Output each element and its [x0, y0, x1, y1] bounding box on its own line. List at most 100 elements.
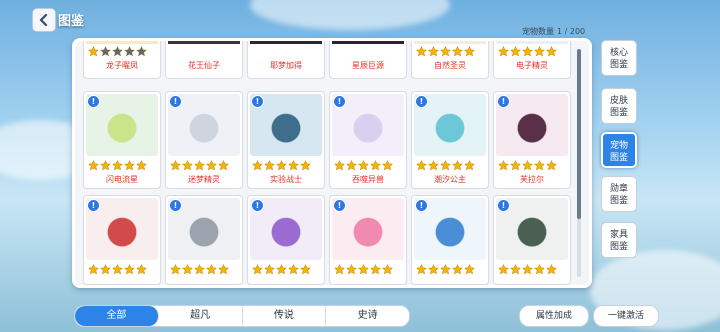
star-icon	[182, 264, 193, 275]
star-icon	[206, 160, 217, 171]
tab-furniture-collection[interactable]: 家具 图鉴	[601, 222, 637, 258]
pet-portrait	[414, 41, 486, 44]
star-icon	[358, 264, 369, 275]
pet-card[interactable]: 花王仙子	[165, 41, 243, 79]
star-rating	[334, 264, 393, 275]
star-rating	[416, 46, 475, 57]
back-button[interactable]	[32, 8, 56, 32]
star-icon	[194, 264, 205, 275]
pet-card[interactable]: 电子精灵	[493, 41, 571, 79]
star-rating	[416, 160, 475, 171]
star-icon	[136, 160, 147, 171]
star-rating	[252, 264, 311, 275]
star-icon	[522, 160, 533, 171]
new-alert-icon: !	[169, 199, 182, 212]
star-icon	[534, 46, 545, 57]
pet-card[interactable]: !	[247, 195, 325, 285]
star-icon	[170, 160, 181, 171]
star-icon	[510, 264, 521, 275]
filter-epic[interactable]: 史诗	[326, 306, 409, 326]
pet-name: 耶梦加得	[270, 61, 302, 70]
star-icon	[100, 160, 111, 171]
star-icon	[534, 264, 545, 275]
star-rating	[498, 46, 557, 57]
star-icon	[346, 160, 357, 171]
star-icon	[124, 46, 135, 57]
pet-portrait	[496, 41, 568, 44]
star-icon	[534, 160, 545, 171]
star-icon	[112, 46, 123, 57]
star-icon	[546, 46, 557, 57]
star-icon	[452, 46, 463, 57]
pet-card[interactable]: !	[329, 195, 407, 285]
star-icon	[370, 264, 381, 275]
star-icon	[346, 264, 357, 275]
star-icon	[428, 46, 439, 57]
pet-card[interactable]: !	[411, 195, 489, 285]
pet-name: 芙拉尔	[520, 175, 544, 184]
star-rating	[252, 160, 311, 171]
star-rating	[170, 264, 229, 275]
pet-portrait	[86, 41, 158, 44]
pet-card[interactable]: ! 芙拉尔	[493, 91, 571, 189]
star-rating	[88, 46, 147, 57]
star-icon	[546, 264, 557, 275]
pet-card[interactable]: !	[83, 195, 161, 285]
star-rating	[88, 264, 147, 275]
pet-portrait	[332, 41, 404, 44]
pet-portrait	[250, 41, 322, 44]
tab-medal-collection[interactable]: 勋章 图鉴	[601, 176, 637, 212]
pet-card[interactable]: ! 闪电流星	[83, 91, 161, 189]
new-alert-icon: !	[333, 95, 346, 108]
pet-card[interactable]: 龙子曜凤	[83, 41, 161, 79]
attribute-bonus-button[interactable]: 属性加成	[519, 305, 589, 327]
star-icon	[218, 264, 229, 275]
pet-card[interactable]: ! 实验战士	[247, 91, 325, 189]
pet-card[interactable]: ! 迷梦精灵	[165, 91, 243, 189]
new-alert-icon: !	[497, 95, 510, 108]
star-rating	[88, 160, 147, 171]
pet-card[interactable]: 星辰巨源	[329, 41, 407, 79]
star-icon	[288, 264, 299, 275]
star-icon	[464, 46, 475, 57]
one-click-activate-button[interactable]: 一键激活	[593, 305, 659, 327]
star-icon	[100, 264, 111, 275]
tab-label-line1: 核心	[609, 48, 628, 58]
star-rating	[498, 264, 557, 275]
star-icon	[206, 264, 217, 275]
tab-label-line2: 图鉴	[609, 196, 628, 206]
pet-card[interactable]: 耶梦加得	[247, 41, 325, 79]
star-icon	[358, 160, 369, 171]
tab-core-collection[interactable]: 核心 图鉴	[601, 40, 637, 76]
filter-all[interactable]: 全部	[75, 306, 159, 326]
star-icon	[300, 160, 311, 171]
star-icon	[416, 264, 427, 275]
pet-name: 星辰巨源	[352, 61, 384, 70]
star-icon	[522, 264, 533, 275]
star-icon	[100, 46, 111, 57]
star-icon	[416, 46, 427, 57]
star-icon	[288, 160, 299, 171]
star-icon	[498, 160, 509, 171]
rarity-filter-bar: 全部 超凡 传说 史诗	[74, 305, 410, 327]
scrollbar-thumb[interactable]	[577, 49, 581, 219]
tab-skin-collection[interactable]: 皮肤 图鉴	[601, 88, 637, 124]
pet-card[interactable]: !	[165, 195, 243, 285]
tab-pet-collection[interactable]: 宠物 图鉴	[601, 132, 637, 168]
new-alert-icon: !	[251, 199, 264, 212]
pet-card[interactable]: ! 吞噬异兽	[329, 91, 407, 189]
tab-label-line2: 图鉴	[609, 242, 628, 252]
star-icon	[252, 160, 263, 171]
pet-card[interactable]: 自然圣灵	[411, 41, 489, 79]
pet-card[interactable]: !	[493, 195, 571, 285]
pet-name: 吞噬异兽	[352, 175, 384, 184]
star-icon	[498, 46, 509, 57]
star-icon	[264, 264, 275, 275]
filter-transcendent[interactable]: 超凡	[159, 306, 243, 326]
tab-label-line2: 图鉴	[609, 60, 628, 70]
star-icon	[510, 46, 521, 57]
filter-legendary[interactable]: 传说	[243, 306, 327, 326]
star-rating	[416, 264, 475, 275]
star-icon	[136, 264, 147, 275]
pet-card[interactable]: ! 潮汐公主	[411, 91, 489, 189]
